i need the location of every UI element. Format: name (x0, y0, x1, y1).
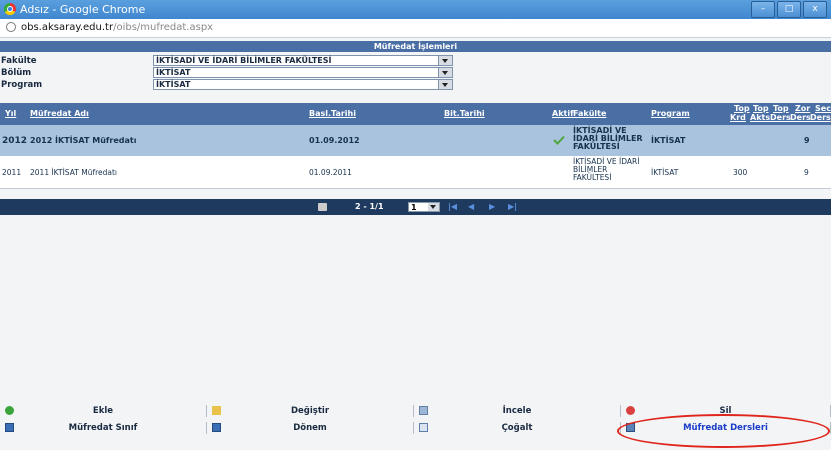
close-button[interactable]: x (803, 1, 827, 18)
filter-row-bolum: Bölüm İKTİSAT (0, 67, 831, 79)
col-sec-ders-line2[interactable]: Ders (810, 113, 831, 122)
chrome-logo-icon (4, 3, 16, 15)
cell-top-ders: 9 (804, 136, 810, 145)
cell-program: İKTİSAT (651, 168, 679, 177)
col-top-akts-line2[interactable]: Akts (750, 113, 770, 122)
mufredat-sinif-button[interactable]: Müfredat Sınıf (0, 422, 207, 434)
cell-basl-tarihi: 01.09.2011 (309, 168, 352, 177)
program-select-value: İKTİSAT (156, 80, 191, 89)
donem-button-label: Dönem (293, 423, 327, 433)
pager-info: 2 - 1/1 (355, 202, 384, 211)
cell-basl-tarihi: 01.09.2012 (309, 136, 360, 145)
col-fakulte[interactable]: Fakülte (573, 109, 606, 118)
filter-label-program: Program (1, 80, 43, 90)
cell-top-akts: 300 (733, 168, 748, 177)
filter-label-fakulte: Fakülte (1, 56, 37, 66)
degistir-button-label: Değiştir (290, 406, 330, 416)
cell-yil: 2011 (2, 168, 22, 177)
highlight-annotation (617, 414, 830, 448)
window-titlebar: Adsız - Google Chrome – □ x (0, 0, 831, 19)
ekle-button-label: Ekle (92, 406, 114, 416)
incele-button[interactable]: İncele (414, 405, 621, 417)
globe-icon (6, 22, 16, 32)
col-basl-tarihi[interactable]: Basl.Tarihi (309, 109, 356, 118)
col-top-ders-line1[interactable]: Top (773, 104, 789, 113)
fakulte-select[interactable]: İKTİSADİ VE İDARİ BİLİMLER FAKÜLTESİ (153, 55, 453, 66)
cell-fakulte: İKTİSADİ VE İDARİ BİLİMLER FAKÜLTESİ (573, 158, 639, 182)
window-controls: – □ x (751, 1, 827, 18)
col-bit-tarihi[interactable]: Bit.Tarihi (444, 109, 485, 118)
filter-row-fakulte: Fakülte İKTİSADİ VE İDARİ BİLİMLER FAKÜL… (0, 55, 831, 67)
col-sec-ders-line1[interactable]: Sec (815, 104, 831, 113)
degistir-button[interactable]: Değiştir (207, 405, 414, 417)
address-bar[interactable]: obs.aksaray.edu.tr/oibs/mufredat.aspx (0, 19, 831, 38)
donem-button[interactable]: Dönem (207, 422, 414, 434)
printer-icon[interactable] (318, 203, 327, 211)
fakulte-select-value: İKTİSADİ VE İDARİ BİLİMLER FAKÜLTESİ (156, 56, 332, 65)
col-top-krd-line1[interactable]: Top (734, 104, 750, 113)
pager-bar: 2 - 1/1 1 |◀ ◀ ▶ ▶| (0, 199, 831, 215)
minimize-button[interactable]: – (751, 1, 775, 18)
prev-page-icon[interactable]: ◀ (468, 202, 474, 211)
col-top-krd-line2[interactable]: Krd (730, 113, 746, 122)
cell-fakulte-line: FAKÜLTESİ (573, 173, 612, 182)
col-top-ders-line2[interactable]: Ders (770, 113, 791, 122)
panel-title: Müfredat İşlemleri (0, 41, 831, 52)
incele-button-label: İncele (502, 406, 532, 416)
cell-mufredat-adi: 2011 İKTİSAT Müfredatı (30, 168, 118, 177)
cell-top-ders: 9 (804, 168, 809, 177)
url-path: /oibs/mufredat.aspx (113, 22, 214, 33)
cell-yil: 2012 (2, 136, 28, 146)
next-page-icon[interactable]: ▶ (489, 202, 495, 211)
chevron-down-icon[interactable] (438, 80, 452, 89)
col-program[interactable]: Program (651, 109, 690, 118)
bolum-select-value: İKTİSAT (156, 68, 191, 77)
grid-header: Yıl Müfredat Adı Basl.Tarihi Bit.Tarihi … (0, 103, 831, 125)
col-zor-ders-line1[interactable]: Zor (795, 104, 810, 113)
checkmark-icon (553, 135, 565, 145)
filter-label-bolum: Bölüm (1, 68, 32, 78)
url-domain: obs.aksaray.edu.tr (21, 22, 114, 33)
chevron-down-icon[interactable] (438, 56, 452, 65)
window-title: Adsız - Google Chrome (20, 3, 146, 16)
chevron-down-icon[interactable] (438, 68, 452, 77)
page-select-value: 1 (411, 203, 417, 212)
col-mufredat-adi[interactable]: Müfredat Adı (30, 109, 89, 118)
col-aktif[interactable]: Aktif (552, 109, 574, 118)
table-row[interactable]: 2011 2011 İKTİSAT Müfredatı 01.09.2011 İ… (0, 156, 831, 189)
cell-fakulte: İKTİSADİ VE İDARİ BİLİMLER FAKÜLTESİ (573, 127, 643, 151)
col-zor-ders-line2[interactable]: Ders (790, 113, 811, 122)
chevron-down-icon[interactable] (428, 203, 439, 211)
cogalt-button[interactable]: Çoğalt (414, 422, 621, 434)
mufredat-sinif-button-label: Müfredat Sınıf (68, 423, 138, 433)
ekle-button[interactable]: Ekle (0, 405, 207, 417)
cogalt-button-label: Çoğalt (501, 423, 533, 433)
cell-fakulte-line: FAKÜLTESİ (573, 142, 620, 151)
maximize-button[interactable]: □ (777, 1, 801, 18)
filter-row-program: Program İKTİSAT (0, 79, 831, 91)
last-page-icon[interactable]: ▶| (508, 202, 517, 211)
cell-program: İKTİSAT (651, 136, 686, 145)
program-select[interactable]: İKTİSAT (153, 79, 453, 90)
table-row[interactable]: 2012 2012 İKTİSAT Müfredatı 01.09.2012 İ… (0, 125, 831, 156)
cell-mufredat-adi: 2012 İKTİSAT Müfredatı (30, 136, 137, 145)
bolum-select[interactable]: İKTİSAT (153, 67, 453, 78)
url-text[interactable]: obs.aksaray.edu.tr/oibs/mufredat.aspx (21, 22, 213, 33)
first-page-icon[interactable]: |◀ (448, 202, 457, 211)
page-select[interactable]: 1 (408, 202, 440, 212)
col-top-akts-line1[interactable]: Top (753, 104, 769, 113)
col-yil[interactable]: Yıl (5, 109, 16, 118)
